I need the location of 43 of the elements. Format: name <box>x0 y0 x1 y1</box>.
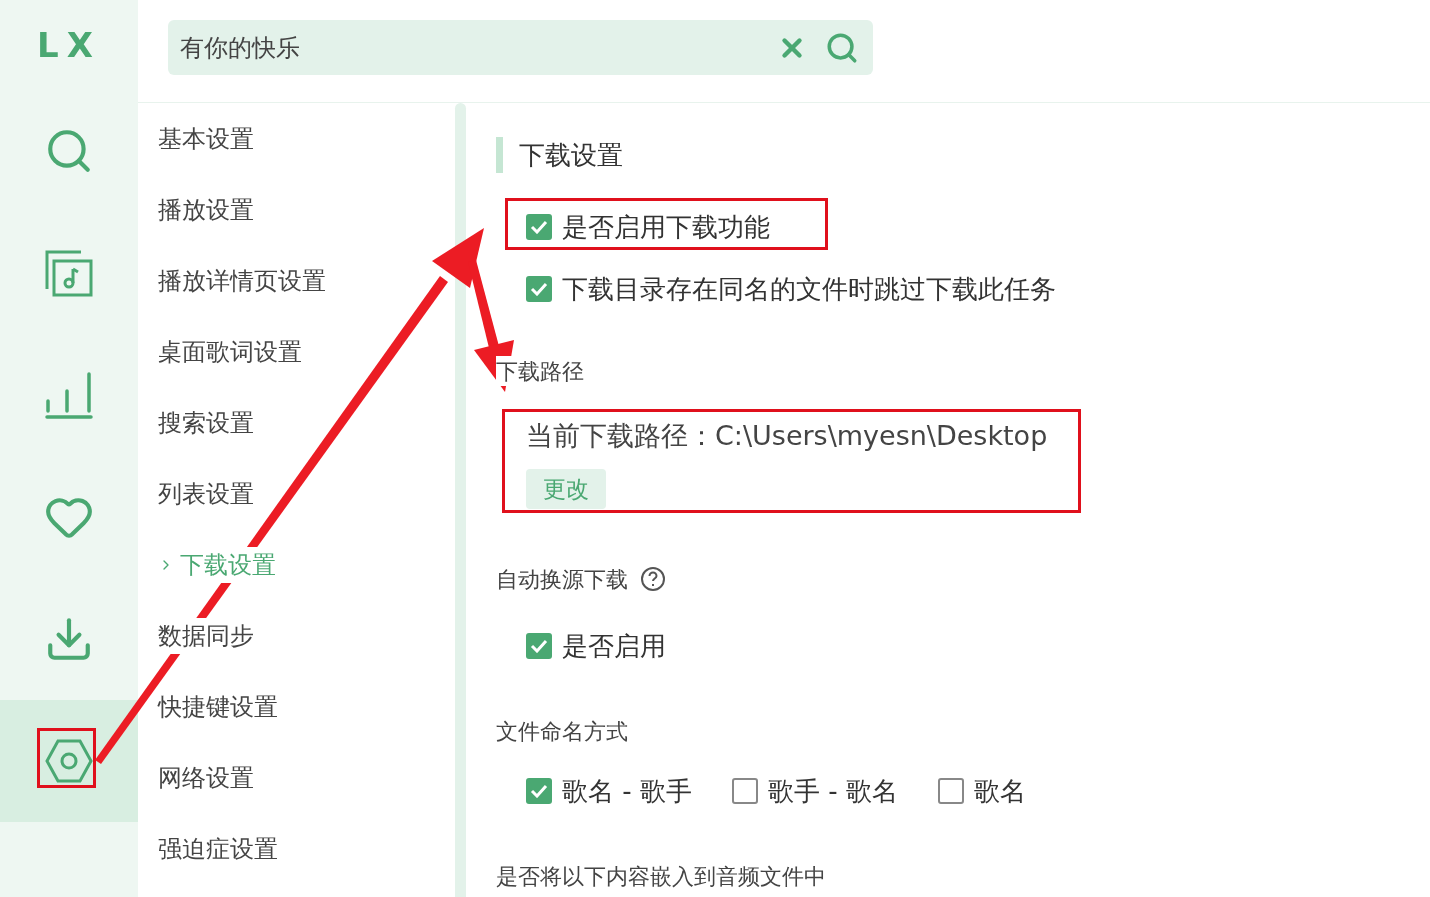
settings-menu-item[interactable]: 强迫症设置 <box>138 813 455 884</box>
check-icon <box>530 282 548 296</box>
settings-menu-item[interactable]: 桌面歌词设置 <box>138 316 455 387</box>
checkbox[interactable] <box>937 778 964 804</box>
option-label: 是否启用 <box>562 630 666 662</box>
settings-menu-item[interactable]: 快捷键设置 <box>138 671 455 742</box>
subsection-title: 下载路径 <box>496 356 584 386</box>
help-icon[interactable] <box>640 566 666 592</box>
search-icon[interactable] <box>825 30 859 65</box>
highlight-frame <box>37 728 96 788</box>
search-field[interactable]: 有你的快乐 <box>168 20 873 75</box>
subsection-title: 文件命名方式 <box>496 717 629 746</box>
path-text: 当前下载路径：C:\Users\myesn\Desktop <box>526 418 1049 453</box>
checkbox[interactable] <box>526 214 552 240</box>
settings-menu-item[interactable]: 数据同步 <box>138 600 455 671</box>
subsection-title: 是否将以下内容嵌入到音频文件中 <box>496 862 827 891</box>
checkbox[interactable] <box>526 778 552 804</box>
nav-item[interactable] <box>0 700 138 822</box>
subsection-title: 自动换源下载 <box>496 565 628 594</box>
app-logo: LX <box>37 24 101 66</box>
settings-menu-item[interactable]: 搜索设置 <box>138 387 455 458</box>
settings-menu-item[interactable]: 列表设置 <box>138 458 455 529</box>
option-label: 是否启用下载功能 <box>562 211 770 243</box>
option-label: 歌手 - 歌名 <box>767 775 898 807</box>
option-label: 下载目录存在同名的文件时跳过下载此任务 <box>562 273 1056 305</box>
section-marker <box>496 137 503 173</box>
bar-chart-icon <box>45 371 93 419</box>
settings-menu-item[interactable]: 基本设置 <box>138 103 455 174</box>
checkbox[interactable] <box>526 633 552 659</box>
option-label: 歌名 <box>973 775 1026 807</box>
music-note-icon <box>45 249 93 297</box>
settings-menu-item[interactable]: 网络设置 <box>138 742 455 813</box>
checkbox[interactable] <box>731 778 758 804</box>
settings-menu-item[interactable]: 播放设置 <box>138 174 455 245</box>
search-input[interactable]: 有你的快乐 <box>180 29 777 66</box>
check-icon <box>530 220 548 234</box>
checkbox[interactable] <box>526 276 552 302</box>
check-icon <box>530 784 548 798</box>
check-icon <box>530 639 548 653</box>
settings-menu-item[interactable]: 播放详情页设置 <box>138 245 455 316</box>
hexagon-nut-icon <box>45 739 93 783</box>
section-title: 下载设置 <box>519 138 623 172</box>
option-label: 歌名 - 歌手 <box>562 775 692 807</box>
